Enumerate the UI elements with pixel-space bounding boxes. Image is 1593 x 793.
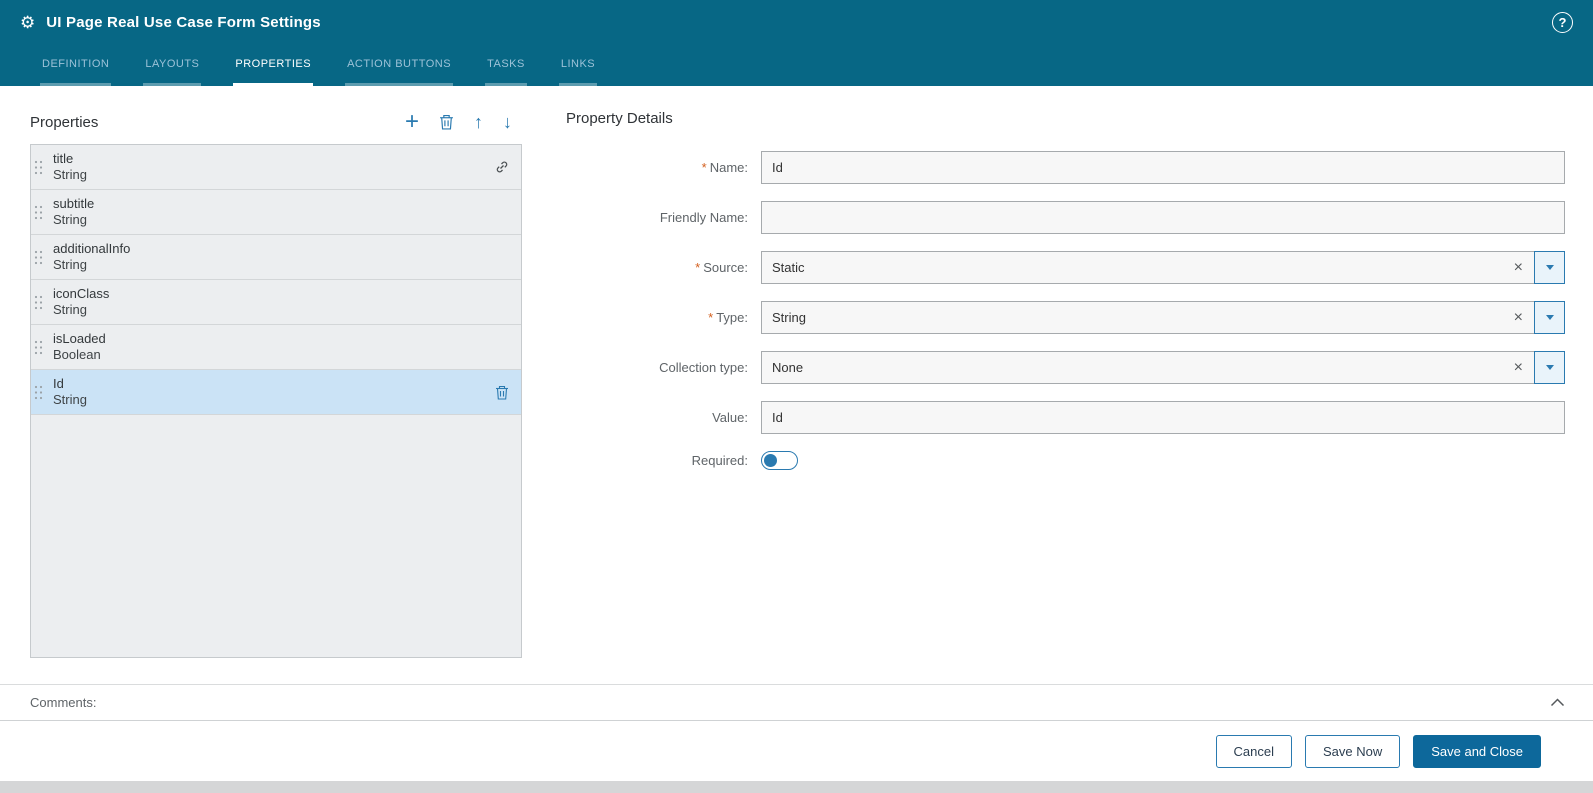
drag-handle-icon[interactable] — [34, 295, 48, 310]
drag-handle-icon[interactable] — [34, 160, 48, 175]
property-type: String — [53, 302, 87, 317]
property-name: subtitle — [53, 196, 95, 211]
value-field[interactable] — [761, 401, 1565, 434]
required-marker: * — [695, 260, 701, 275]
properties-panel: Properties + ↑ ↓ title String subtitle S… — [30, 110, 522, 684]
chevron-down-icon — [1545, 365, 1554, 370]
save-and-close-button[interactable]: Save and Close — [1413, 734, 1541, 768]
tab-properties[interactable]: PROPERTIES — [233, 44, 314, 86]
type-select: String × — [761, 301, 1565, 334]
property-details-panel: Property Details *Name: Friendly Name: — [566, 110, 1565, 684]
page-title: UI Page Real Use Case Form Settings — [46, 13, 321, 31]
comments-label: Comments: — [30, 695, 97, 710]
drag-handle-icon[interactable] — [34, 385, 48, 400]
collection-type-row: Collection type: None × — [566, 351, 1565, 384]
clear-icon[interactable]: × — [1509, 259, 1528, 276]
collection-type-dropdown-button[interactable] — [1534, 351, 1565, 384]
clear-icon[interactable]: × — [1509, 359, 1528, 376]
friendly-name-field[interactable] — [761, 201, 1565, 234]
trash-icon — [440, 115, 453, 130]
tab-action-buttons[interactable]: ACTION BUTTONS — [345, 44, 454, 86]
property-details-form: *Name: Friendly Name: *S — [566, 151, 1565, 487]
property-type: String — [53, 392, 87, 407]
help-icon[interactable]: ? — [1552, 11, 1573, 33]
drag-handle-icon[interactable] — [34, 340, 48, 355]
source-label: Source: — [703, 260, 748, 275]
required-label: Required: — [691, 453, 748, 468]
tab-bar: DEFINITION LAYOUTS PROPERTIES ACTION BUT… — [0, 44, 1593, 86]
tab-tasks[interactable]: TASKS — [485, 44, 527, 86]
delete-property-button[interactable] — [439, 114, 454, 130]
friendly-name-label: Friendly Name: — [659, 210, 748, 225]
main-content: Properties + ↑ ↓ title String subtitle S… — [0, 86, 1593, 684]
property-item-subtitle[interactable]: subtitle String — [31, 190, 521, 235]
type-value: String — [772, 310, 806, 325]
property-item-Id[interactable]: Id String — [31, 370, 521, 415]
collapse-comments-button[interactable] — [1550, 698, 1565, 707]
collection-type-value: None — [772, 360, 804, 375]
collection-type-select: None × — [761, 351, 1565, 384]
collection-type-label: Collection type: — [659, 360, 748, 375]
required-row: Required: — [566, 451, 1565, 470]
properties-panel-title: Properties — [30, 113, 99, 131]
property-type: Boolean — [53, 347, 101, 362]
source-dropdown-button[interactable] — [1534, 251, 1565, 284]
name-label: Name: — [709, 160, 748, 175]
tab-layouts[interactable]: LAYOUTS — [143, 44, 202, 86]
required-marker: * — [708, 310, 714, 325]
properties-toolbar: + ↑ ↓ — [405, 110, 522, 134]
property-item-additionalInfo[interactable]: additionalInfo String — [31, 235, 521, 280]
property-name: iconClass — [53, 286, 110, 301]
friendly-name-row: Friendly Name: — [566, 201, 1565, 234]
drag-handle-icon[interactable] — [34, 250, 48, 265]
toggle-knob — [764, 454, 777, 467]
value-row: Value: — [566, 401, 1565, 434]
chevron-down-icon — [1545, 315, 1554, 320]
name-row: * Name: — [566, 151, 1565, 184]
chevron-down-icon — [1545, 265, 1554, 270]
clear-icon[interactable]: × — [1509, 309, 1528, 326]
property-name: title — [53, 151, 74, 166]
required-marker: * — [701, 160, 707, 175]
move-up-button[interactable]: ↑ — [474, 113, 483, 131]
delete-row-button[interactable] — [493, 383, 511, 402]
value-label: Value: — [712, 410, 748, 425]
property-type: String — [53, 167, 87, 182]
property-details-title: Property Details — [566, 110, 673, 127]
property-name: Id — [53, 376, 64, 391]
add-property-button[interactable]: + — [405, 110, 419, 134]
type-label: Type: — [716, 310, 748, 325]
gear-icon: ⚙ — [20, 12, 36, 32]
type-row: * Type: String × — [566, 301, 1565, 334]
tab-definition[interactable]: DEFINITION — [40, 44, 112, 86]
move-down-button[interactable]: ↓ — [503, 113, 512, 131]
type-dropdown-button[interactable] — [1534, 301, 1565, 334]
comments-section: Comments: — [0, 684, 1593, 721]
link-icon[interactable] — [493, 158, 511, 176]
bottom-edge-strip — [0, 781, 1593, 793]
required-toggle[interactable] — [761, 451, 798, 470]
property-type: String — [53, 257, 87, 272]
source-select: Static × — [761, 251, 1565, 284]
property-type: String — [53, 212, 87, 227]
tab-links[interactable]: LINKS — [558, 44, 598, 86]
trash-icon — [496, 385, 508, 400]
action-bar: Cancel Save Now Save and Close — [0, 721, 1593, 781]
drag-handle-icon[interactable] — [34, 205, 48, 220]
property-name: isLoaded — [53, 331, 106, 346]
property-list: title String subtitle String additionalI… — [30, 144, 522, 658]
name-field[interactable] — [761, 151, 1565, 184]
property-item-isLoaded[interactable]: isLoaded Boolean — [31, 325, 521, 370]
source-value: Static — [772, 260, 805, 275]
chevron-up-icon — [1550, 698, 1565, 707]
source-row: * Source: Static × — [566, 251, 1565, 284]
property-item-iconClass[interactable]: iconClass String — [31, 280, 521, 325]
save-now-button[interactable]: Save Now — [1304, 734, 1401, 768]
property-name: additionalInfo — [53, 241, 131, 256]
settings-window: ⚙ UI Page Real Use Case Form Settings ? … — [0, 0, 1593, 793]
property-item-title[interactable]: title String — [31, 145, 521, 190]
cancel-button[interactable]: Cancel — [1215, 734, 1292, 768]
header: ⚙ UI Page Real Use Case Form Settings ? … — [0, 0, 1593, 86]
